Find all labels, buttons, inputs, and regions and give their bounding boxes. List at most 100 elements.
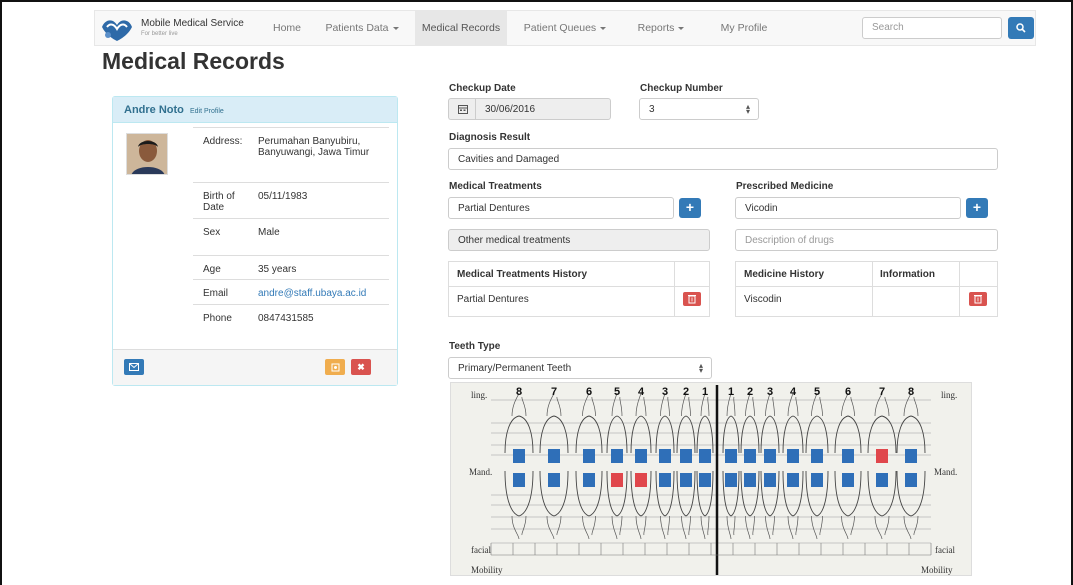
message-button[interactable] <box>124 359 144 375</box>
tooth-marker-upper[interactable] <box>513 449 525 463</box>
tooth-marker-upper[interactable] <box>659 449 671 463</box>
tooth-number: 4 <box>638 386 645 398</box>
tooth-marker-lower[interactable] <box>680 473 692 487</box>
tooth-marker-upper[interactable] <box>635 449 647 463</box>
tooth-marker-lower[interactable] <box>611 473 623 487</box>
tooth-marker-upper[interactable] <box>787 449 799 463</box>
medicine-field[interactable]: Vicodin <box>735 197 961 219</box>
treatments-label: Medical Treatments <box>449 181 542 192</box>
information-header: Information <box>880 269 935 280</box>
mobility-label-right: Mobility <box>471 565 503 575</box>
page-title: Medical Records <box>102 48 285 74</box>
teeth-type-label: Teeth Type <box>449 341 501 352</box>
profile-row-address: Address: Perumahan Banyubiru, Banyuwangi… <box>193 127 389 182</box>
plus-icon: + <box>972 199 982 215</box>
tooth-marker-upper[interactable] <box>699 449 711 463</box>
panel-footer: ✖ <box>113 349 397 385</box>
tooth-marker-upper[interactable] <box>811 449 823 463</box>
facial-label-right: facial <box>471 545 491 555</box>
nav-medical-records[interactable]: Medical Records <box>415 11 507 45</box>
tooth-marker-upper[interactable] <box>905 449 917 463</box>
trash-icon <box>974 295 982 304</box>
chevron-down-icon <box>392 26 399 30</box>
tooth-marker-lower[interactable] <box>764 473 776 487</box>
nav-home[interactable]: Home <box>259 11 315 45</box>
tooth-marker-lower[interactable] <box>583 473 595 487</box>
tooth-marker-lower[interactable] <box>548 473 560 487</box>
tooth-number: 7 <box>879 386 885 398</box>
checkup-date-label: Checkup Date <box>449 83 516 94</box>
tooth-number: 1 <box>728 386 734 398</box>
avatar <box>126 133 168 175</box>
diagnosis-field[interactable]: Cavities and Damaged <box>448 148 998 170</box>
tooth-marker-lower[interactable] <box>744 473 756 487</box>
tooth-marker-lower[interactable] <box>699 473 711 487</box>
nav-patients-data[interactable]: Patients Data <box>317 11 407 45</box>
tooth-number: 7 <box>551 386 557 398</box>
tooth-marker-lower[interactable] <box>876 473 888 487</box>
tooth-marker-lower[interactable] <box>725 473 737 487</box>
search-input[interactable]: Search <box>862 17 1002 39</box>
tooth-marker-upper[interactable] <box>842 449 854 463</box>
profile-row-email: Email andre@staff.ubaya.ac.id <box>193 279 389 304</box>
add-treatment-button[interactable]: + <box>679 198 701 218</box>
medicine-label: Prescribed Medicine <box>736 181 834 192</box>
nav-reports[interactable]: Reports <box>627 11 695 45</box>
facial-label-left: facial <box>935 545 955 555</box>
tooth-number: 2 <box>683 386 689 398</box>
tooth-number: 3 <box>767 386 773 398</box>
delete-treatment-button[interactable] <box>683 292 701 306</box>
tooth-marker-upper[interactable] <box>764 449 776 463</box>
email-link[interactable]: andre@staff.ubaya.ac.id <box>258 288 386 299</box>
tooth-marker-lower[interactable] <box>635 473 647 487</box>
tooth-marker-upper[interactable] <box>744 449 756 463</box>
tooth-marker-upper[interactable] <box>876 449 888 463</box>
brand[interactable]: Mobile Medical Service For better live <box>99 15 244 42</box>
other-treatments-field[interactable]: Other medical treatments <box>448 229 710 251</box>
search-icon <box>1016 23 1026 33</box>
chevron-down-icon <box>600 26 607 30</box>
edit-button[interactable] <box>325 359 345 375</box>
checkup-number-label: Checkup Number <box>640 83 723 94</box>
treatment-field[interactable]: Partial Dentures <box>448 197 674 219</box>
odontogram: ling. ling. Mand. Mand. facial facial Mo… <box>469 385 957 575</box>
tooth-number: 5 <box>614 386 620 398</box>
delete-medicine-button[interactable] <box>969 292 987 306</box>
tooth-marker-upper[interactable] <box>583 449 595 463</box>
nav-patient-queues[interactable]: Patient Queues <box>515 11 615 45</box>
checkup-number-select[interactable]: 3 ▴ ▾ <box>639 98 759 120</box>
calendar-addon <box>448 98 476 120</box>
select-arrows-icon: ▴ ▾ <box>745 102 750 116</box>
teeth-type-select[interactable]: Primary/Permanent Teeth ▴ ▾ <box>448 357 712 379</box>
tooth-marker-upper[interactable] <box>725 449 737 463</box>
treatment-history-header: Medical Treatments History <box>457 269 588 280</box>
edit-profile-link[interactable]: Edit Profile <box>190 108 224 115</box>
trash-icon <box>688 295 696 304</box>
tooth-number: 1 <box>702 386 708 398</box>
patient-profile-panel: Andre Noto Edit Profile Address: Perumah… <box>112 96 398 386</box>
ling-label-left: ling. <box>941 390 957 400</box>
checkup-date-field[interactable]: 30/06/2016 <box>475 98 611 120</box>
top-navbar: Mobile Medical Service For better live H… <box>94 10 1036 46</box>
medicine-history-table: Medicine History Information Viscodin <box>735 261 998 317</box>
tooth-number: 8 <box>516 386 522 398</box>
tooth-marker-upper[interactable] <box>680 449 692 463</box>
tooth-marker-lower[interactable] <box>905 473 917 487</box>
brand-logo-icon <box>102 20 132 41</box>
ling-label-right: ling. <box>471 390 487 400</box>
close-icon: ✖ <box>357 361 365 372</box>
plus-icon: + <box>685 199 695 215</box>
add-medicine-button[interactable]: + <box>966 198 988 218</box>
delete-patient-button[interactable]: ✖ <box>351 359 371 375</box>
nav-my-profile[interactable]: My Profile <box>709 11 779 45</box>
drug-description-input[interactable]: Description of drugs <box>735 229 998 251</box>
tooth-marker-lower[interactable] <box>842 473 854 487</box>
tooth-marker-lower[interactable] <box>513 473 525 487</box>
tooth-marker-upper[interactable] <box>611 449 623 463</box>
search-button[interactable] <box>1008 17 1034 39</box>
tooth-marker-lower[interactable] <box>811 473 823 487</box>
tooth-marker-lower[interactable] <box>787 473 799 487</box>
tooth-number: 4 <box>790 386 797 398</box>
tooth-marker-lower[interactable] <box>659 473 671 487</box>
tooth-marker-upper[interactable] <box>548 449 560 463</box>
